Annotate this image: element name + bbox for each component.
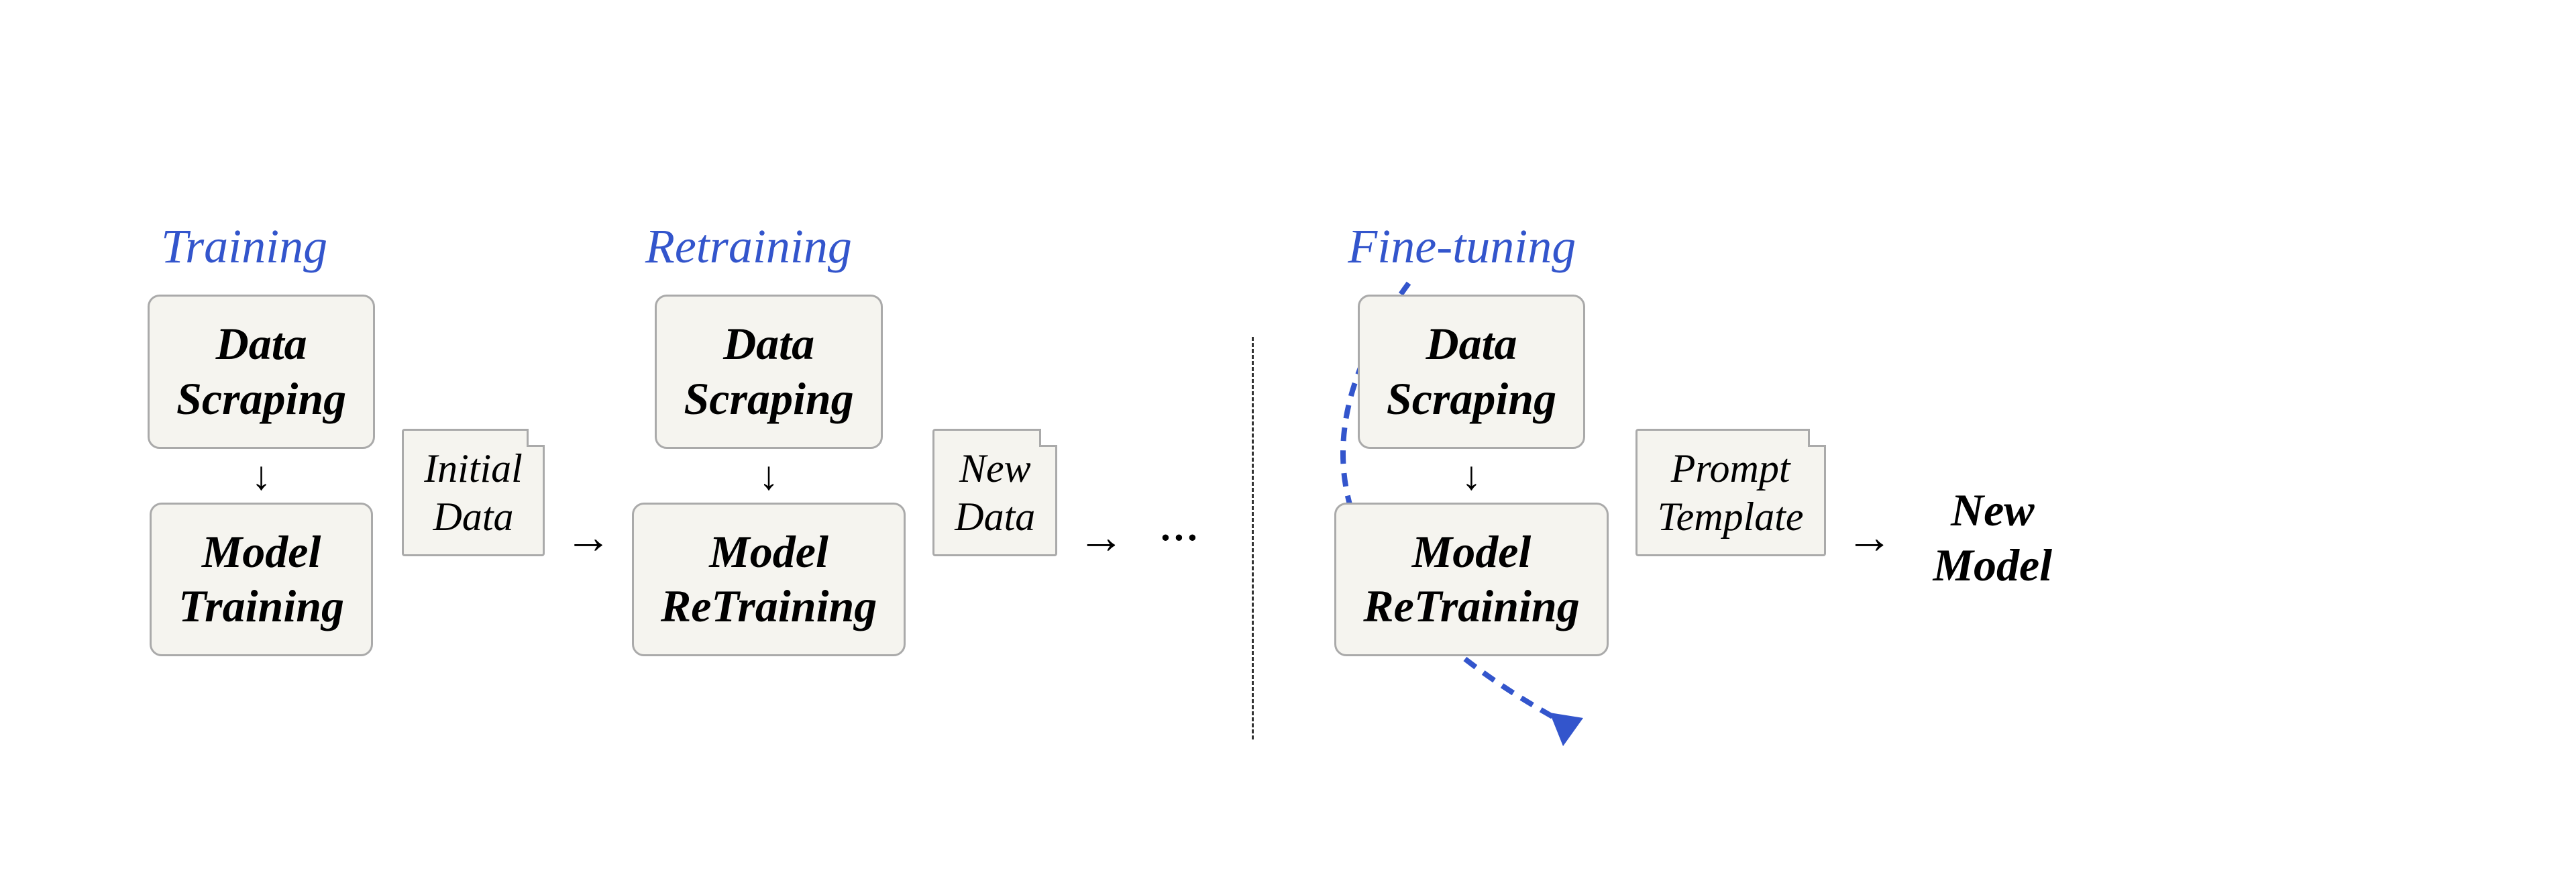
- finetuning-arrow-down-1: ↓: [1462, 456, 1482, 496]
- retraining-body: DataScraping ↓ ModelReTraining NewData: [632, 295, 1057, 656]
- finetuning-title: Fine-tuning: [1334, 219, 1576, 274]
- finetuning-section: Fine-tuning DataScraping ↓ ModelReTraini…: [1334, 219, 1825, 656]
- dots-separator: ···: [1144, 508, 1212, 569]
- arrow-retraining-to-dots: →: [1057, 511, 1144, 565]
- training-title: Training: [148, 219, 327, 274]
- retraining-scraping-box: DataScraping: [655, 295, 882, 448]
- retraining-section: Retraining DataScraping ↓ ModelReTrainin…: [632, 219, 1057, 656]
- retraining-title: Retraining: [632, 219, 852, 274]
- training-note: InitialData: [402, 429, 545, 556]
- finetuning-left-col: DataScraping ↓ ModelReTraining: [1334, 295, 1608, 656]
- main-diagram: Training DataScraping ↓ ModelTraining In…: [80, 68, 2496, 807]
- training-left-col: DataScraping ↓ ModelTraining: [148, 295, 375, 656]
- vertical-dashed-line: [1252, 337, 1254, 739]
- retraining-left-col: DataScraping ↓ ModelReTraining: [632, 295, 906, 656]
- training-section: Training DataScraping ↓ ModelTraining In…: [148, 219, 545, 656]
- retraining-model-box: ModelReTraining: [632, 503, 906, 656]
- finetuning-body: DataScraping ↓ ModelReTraining PromptTem…: [1334, 295, 1825, 656]
- finetuning-model-box: ModelReTraining: [1334, 503, 1608, 656]
- training-scraping-box: DataScraping: [148, 295, 375, 448]
- training-initial-data-box: InitialData: [402, 429, 545, 556]
- training-body: DataScraping ↓ ModelTraining InitialData: [148, 295, 545, 656]
- arrow-finetuning-to-output: →: [1826, 511, 1913, 565]
- finetuning-prompt-template-box: PromptTemplate: [1635, 429, 1826, 556]
- retraining-new-data-box: NewData: [932, 429, 1057, 556]
- finetuning-scraping-box: DataScraping: [1358, 295, 1585, 448]
- finetuning-top-row: DataScraping ↓ ModelReTraining PromptTem…: [1334, 295, 1825, 656]
- training-model-box: ModelTraining: [150, 503, 373, 656]
- training-arrow-down-1: ↓: [252, 456, 272, 496]
- arrow-training-to-retraining: →: [545, 511, 632, 565]
- finetuning-note: PromptTemplate: [1635, 429, 1826, 556]
- new-model-label: NewModel: [1913, 483, 2053, 593]
- retraining-arrow-down-1: ↓: [759, 456, 779, 496]
- retraining-note: NewData: [932, 429, 1057, 556]
- retraining-top-row: DataScraping ↓ ModelReTraining NewData: [632, 295, 1057, 656]
- training-top-row: DataScraping ↓ ModelTraining InitialData: [148, 295, 545, 656]
